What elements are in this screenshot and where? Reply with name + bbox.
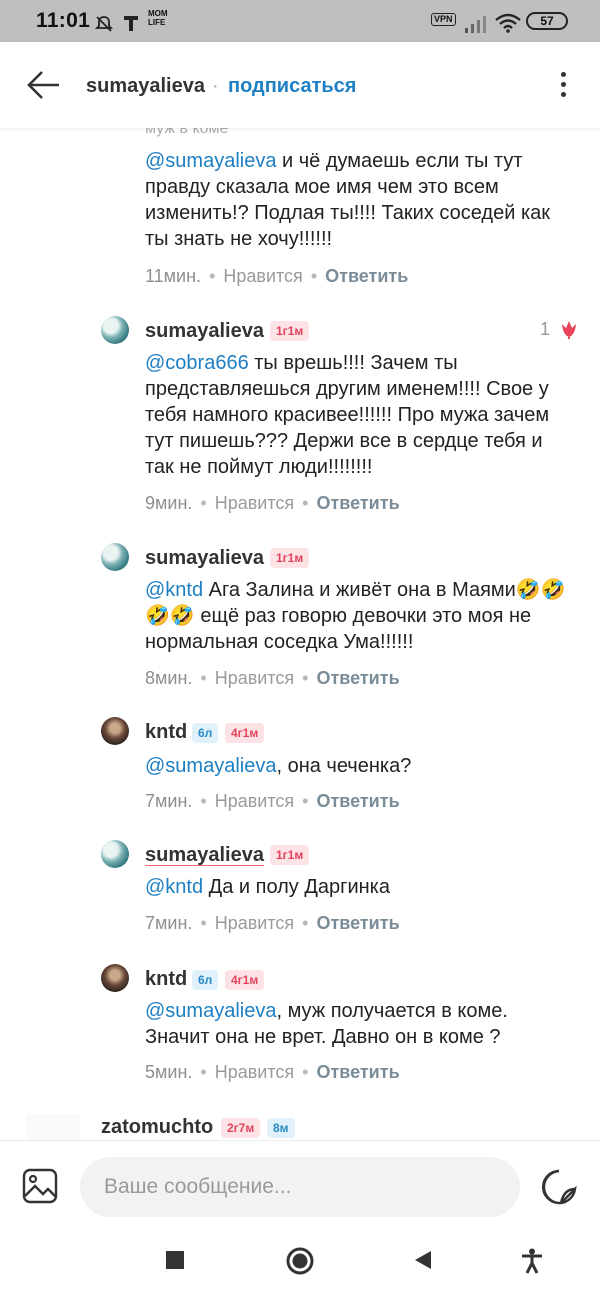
- status-badge: 1г1м: [270, 548, 310, 568]
- comment-mention[interactable]: @kntd: [145, 876, 203, 898]
- comment-meta: 9мин. • Нравится • Ответить: [145, 493, 400, 513]
- status-bar: 11:01 MOM LIFE VPN 57: [0, 0, 600, 42]
- comment-text: @cobra666 ты врешь!!!! Зачем ты представ…: [145, 350, 575, 480]
- reply-button[interactable]: Ответить: [316, 791, 399, 811]
- comment-author[interactable]: sumayalieva: [145, 547, 264, 570]
- level-badge: 6л: [192, 970, 219, 990]
- status-time: 11:01: [36, 9, 91, 32]
- comment-meta: 7мин. • Нравится • Ответить: [145, 913, 400, 933]
- comment-mention[interactable]: @sumayalieva: [145, 150, 276, 172]
- avatar[interactable]: [101, 717, 129, 745]
- home-icon[interactable]: [286, 1247, 314, 1275]
- reply-button[interactable]: Ответить: [316, 1062, 399, 1082]
- more-menu-icon[interactable]: [552, 70, 576, 100]
- comment-time: 5мин.: [145, 1062, 193, 1082]
- status-badge: 1г1м: [270, 845, 310, 865]
- like-button[interactable]: Нравится: [215, 791, 294, 811]
- comments-feed[interactable]: муж в коме @sumayalieva и чё думаешь есл…: [0, 128, 600, 1140]
- like-count: 1: [540, 319, 551, 339]
- signal-icon: [465, 16, 486, 33]
- comment-time: 7мин.: [145, 913, 193, 933]
- comment-text: @kntd Ага Залина и живёт она в Маями🤣🤣🤣🤣…: [145, 577, 575, 655]
- comment-meta: 8мин. • Нравится • Ответить: [145, 668, 400, 688]
- like-button[interactable]: Нравится: [215, 913, 294, 933]
- level-badge: 8м: [267, 1118, 295, 1138]
- avatar[interactable]: [101, 964, 129, 992]
- partial-comment-text: муж в коме: [145, 128, 229, 137]
- comment-time: 11мин.: [145, 266, 202, 286]
- like-button[interactable]: Нравится: [215, 668, 294, 688]
- back-arrow-icon[interactable]: [26, 69, 62, 101]
- comment-meta: 7мин. • Нравится • Ответить: [145, 791, 400, 811]
- sticker-icon[interactable]: [540, 1168, 578, 1206]
- comment-author[interactable]: sumayalieva: [145, 844, 264, 867]
- comment-body: Да и полу Даргинка: [203, 876, 390, 898]
- reply-button[interactable]: Ответить: [325, 266, 408, 286]
- comment-mention[interactable]: @cobra666: [145, 352, 249, 374]
- comment-time: 7мин.: [145, 791, 193, 811]
- comment-meta: 11мин. • Нравится • Ответить: [145, 266, 409, 286]
- comment-author[interactable]: kntd: [145, 968, 187, 991]
- level-badge: 6л: [192, 723, 219, 743]
- comment-text: @sumayalieva, она чеченка?: [145, 753, 575, 779]
- avatar[interactable]: [101, 316, 129, 344]
- header-username[interactable]: sumayalieva: [86, 75, 205, 98]
- accessibility-icon[interactable]: [521, 1248, 543, 1274]
- avatar[interactable]: [101, 840, 129, 868]
- comment-author[interactable]: kntd: [145, 721, 187, 744]
- message-composer: [0, 1140, 600, 1232]
- comment-text: @sumayalieva и чё думаешь если ты тут пр…: [145, 148, 575, 252]
- image-attach-icon[interactable]: [22, 1168, 58, 1204]
- vpn-indicator: VPN: [431, 13, 456, 26]
- tulip-like-icon[interactable]: [558, 318, 580, 340]
- reply-button[interactable]: Ответить: [316, 493, 399, 513]
- battery-indicator: 57: [526, 12, 568, 30]
- comment-text: @kntd Да и полу Даргинка: [145, 874, 575, 900]
- status-badge: 1г1м: [270, 321, 310, 341]
- comment-mention[interactable]: @sumayalieva: [145, 755, 276, 777]
- operator-badge: MOM LIFE: [148, 9, 168, 27]
- status-badge: 4г1м: [225, 970, 265, 990]
- wifi-icon: [495, 13, 521, 33]
- status-badge: 4г1м: [225, 723, 265, 743]
- comment-text: @sumayalieva, муж получается в коме. Зна…: [145, 998, 575, 1050]
- like-button[interactable]: Нравится: [223, 266, 302, 286]
- header-separator: ·: [212, 75, 219, 97]
- comment-author[interactable]: zatomuchto: [101, 1116, 213, 1139]
- reply-button[interactable]: Ответить: [316, 668, 399, 688]
- comment-mention[interactable]: @sumayalieva: [145, 1000, 276, 1022]
- back-nav-icon[interactable]: [413, 1250, 433, 1270]
- comment-mention[interactable]: @kntd: [145, 579, 203, 601]
- reply-button[interactable]: Ответить: [316, 913, 399, 933]
- t-icon: [124, 16, 138, 31]
- comment-meta: 5мин. • Нравится • Ответить: [145, 1062, 400, 1082]
- comment-body: Ага Залина и живёт она в Маями🤣🤣🤣🤣 ещё р…: [145, 579, 566, 653]
- comment-author[interactable]: sumayalieva: [145, 320, 264, 343]
- comment-time: 9мин.: [145, 493, 193, 513]
- status-badge: 2г7м: [221, 1118, 261, 1138]
- follow-button[interactable]: подписаться: [228, 75, 356, 98]
- top-bar: sumayalieva · подписаться: [0, 42, 600, 128]
- system-nav-bar: [0, 1232, 600, 1299]
- like-button[interactable]: Нравится: [215, 493, 294, 513]
- comment-time: 8мин.: [145, 668, 193, 688]
- mute-icon: [95, 16, 113, 32]
- recent-apps-icon[interactable]: [165, 1250, 185, 1270]
- like-button[interactable]: Нравится: [215, 1062, 294, 1082]
- comment-body: , она чеченка?: [276, 755, 412, 777]
- avatar[interactable]: [101, 543, 129, 571]
- message-input[interactable]: [80, 1157, 520, 1217]
- avatar[interactable]: [26, 1114, 80, 1140]
